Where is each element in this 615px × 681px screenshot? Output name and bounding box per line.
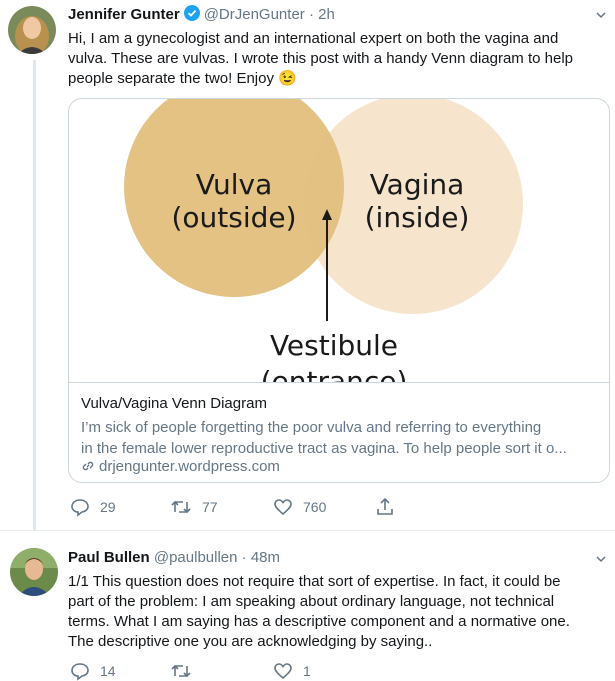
heart-icon [274,663,292,680]
desc-line: I’m sick of people forgetting the poor v… [81,419,542,436]
retweet-button[interactable] [170,661,202,681]
text-line: Hi, I am a gynecologist and an internati… [68,30,559,47]
reply-icon [71,499,89,517]
like-button[interactable]: 760 [273,497,326,517]
author-handle[interactable]: @paulbullen [154,549,238,566]
vestibule-label: Vestibule [270,329,398,362]
reply-count: 14 [100,663,116,679]
heart-icon [274,499,292,516]
card-description: I’m sick of people forgetting the poor v… [81,417,601,459]
tweet2-header: Paul Bullen @paulbullen · 48m [68,549,280,566]
card-title: Vulva/Vagina Venn Diagram [81,395,267,412]
chevron-down-icon[interactable] [596,10,606,20]
retweet-icon [171,500,191,514]
vagina-label-1: Vagina [370,168,465,201]
tweet-time[interactable]: · 2h [309,6,335,23]
text-line: The descriptive one you are acknowledgin… [68,633,433,650]
link-icon [82,461,94,471]
chevron-down-icon[interactable] [596,554,606,564]
desc-line: in the female lower reproductive tract a… [81,440,567,457]
author-name[interactable]: Paul Bullen [68,549,150,566]
text-line: vulva. These are vulvas. I wrote this po… [68,50,574,67]
reply-count: 29 [100,499,116,515]
tweet-divider [0,530,615,531]
text-line: people separate the two! Enjoy 😉 [68,70,297,87]
like-button[interactable]: 1 [273,661,311,681]
avatar-paul[interactable] [10,548,58,596]
vulva-label-2: (outside) [171,201,296,234]
reply-button[interactable]: 29 [70,497,116,517]
tweet2-text: 1/1 This question does not require that … [68,572,570,652]
reply-button[interactable]: 14 [70,661,116,681]
verified-badge-icon [183,5,200,25]
vulva-label-1: Vulva [196,168,273,201]
retweet-count: 77 [202,499,218,515]
link-card[interactable]: Vulva (outside) Vagina (inside) Vestibul… [68,98,610,483]
author-handle[interactable]: @DrJenGunter [204,6,305,23]
tweet-time[interactable]: · 48m [242,549,280,566]
reply-icon [71,663,89,681]
like-count: 760 [303,499,327,515]
tweet1-text: Hi, I am a gynecologist and an internati… [68,29,573,89]
share-button[interactable] [375,497,395,517]
venn-diagram-image: Vulva (outside) Vagina (inside) Vestibul… [69,99,609,383]
text-line: terms. What I am saying has a descriptiv… [68,613,570,630]
like-count: 1 [303,663,311,679]
retweet-button[interactable]: 77 [170,497,218,517]
text-line: 1/1 This question does not require that … [68,573,561,590]
author-name[interactable]: Jennifer Gunter [68,6,180,23]
entrance-label: (entrance) [261,365,408,382]
avatar-jennifer[interactable] [8,6,56,54]
share-icon [377,497,393,515]
vagina-label-2: (inside) [365,201,470,234]
card-link-text: drjengunter.wordpress.com [99,458,280,475]
card-link[interactable]: drjengunter.wordpress.com [81,458,280,475]
text-line: part of the problem: I am speaking about… [68,593,555,610]
retweet-icon [171,664,191,678]
thread-line [33,60,36,530]
tweet1-header: Jennifer Gunter @DrJenGunter · 2h [68,5,335,25]
